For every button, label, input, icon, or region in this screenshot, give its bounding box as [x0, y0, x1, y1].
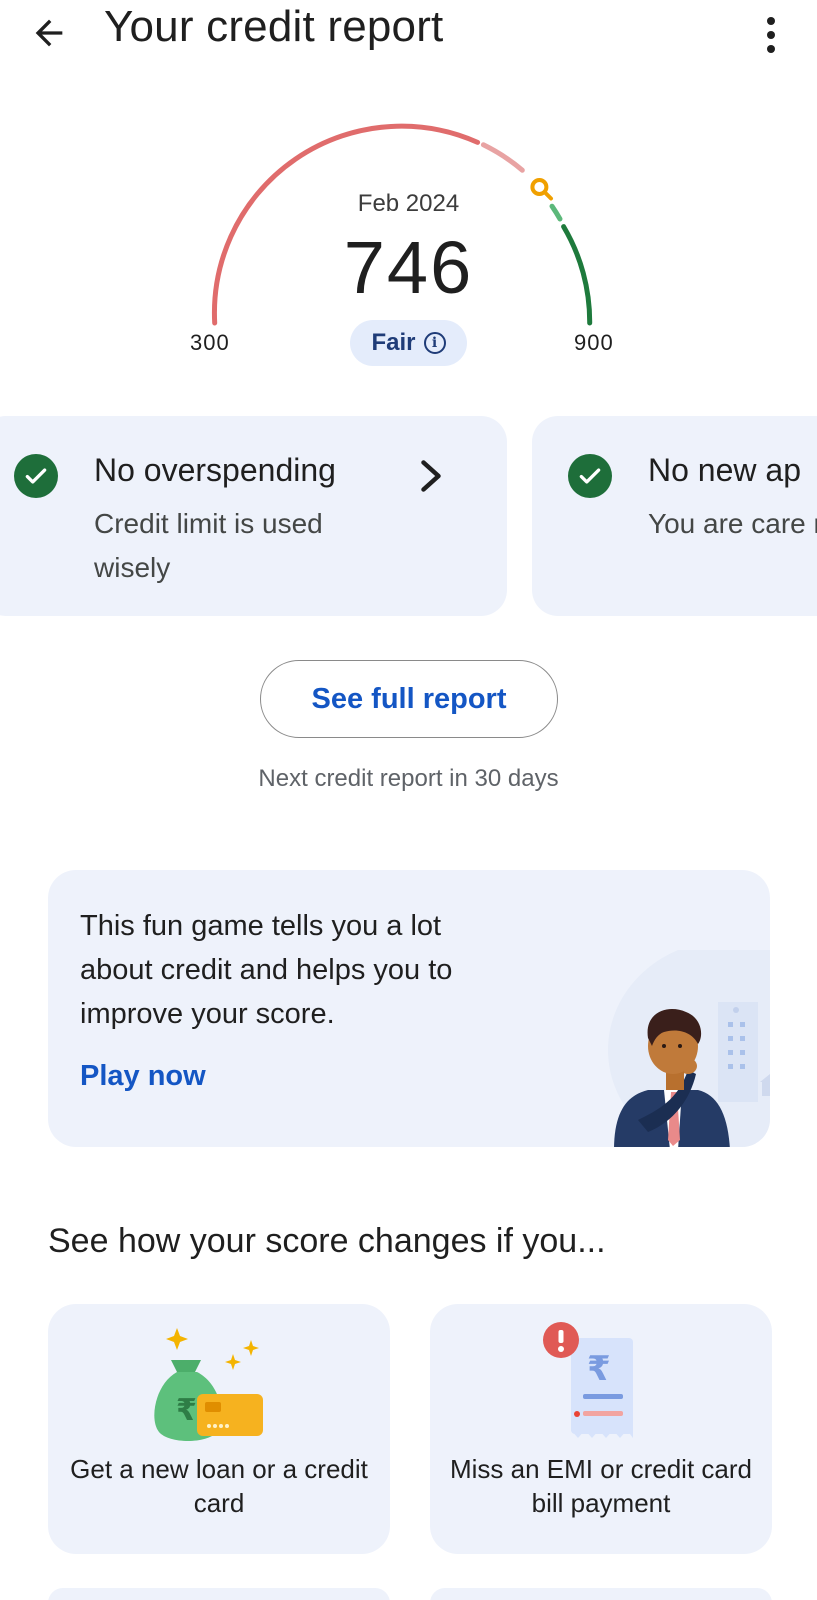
credit-game-card: This fun game tells you a lot about cred…: [48, 870, 770, 1147]
more-vert-icon[interactable]: [756, 12, 786, 58]
simulation-card-peek: [430, 1588, 772, 1600]
factor-card-new-applications[interactable]: No new ap You are care new credit...: [532, 416, 817, 616]
arrow-back-icon: [35, 19, 63, 47]
game-description: This fun game tells you a lot about cred…: [80, 910, 453, 1030]
back-button[interactable]: [26, 10, 72, 56]
section-title: See how your score changes if you...: [48, 1222, 606, 1260]
factor-title: No new ap: [648, 452, 801, 488]
info-icon: i: [423, 332, 446, 354]
score-date: Feb 2024: [357, 190, 460, 217]
factor-title: No overspending: [94, 452, 336, 488]
svg-text:₹: ₹: [587, 1349, 611, 1389]
gauge-max-label: 900: [574, 330, 614, 355]
simulation-label: Miss an EMI or credit card bill payment: [450, 1454, 752, 1518]
credit-score-value: 746: [343, 226, 474, 309]
credit-score-gauge: Feb 2024 746 300 900 Fair i: [0, 120, 817, 380]
score-rating-label: Fair: [371, 329, 416, 356]
missed-bill-alert-icon: ₹: [543, 1322, 633, 1438]
gauge-segment-fair: [480, 142, 525, 173]
app-bar: Your credit report: [0, 0, 817, 70]
factor-description: Credit limit is used wisely: [94, 508, 323, 583]
simulation-card-peek: [48, 1588, 390, 1600]
see-full-report-button[interactable]: See full report: [260, 660, 558, 738]
page-title: Your credit report: [104, 2, 444, 51]
check-circle-icon: [14, 454, 58, 498]
svg-text:₹: ₹: [176, 1393, 197, 1428]
simulation-label: Get a new loan or a credit card: [70, 1454, 368, 1518]
factor-card-overspending[interactable]: No overspending Credit limit is used wis…: [0, 416, 507, 616]
score-rating-chip[interactable]: Fair i: [350, 320, 467, 366]
play-now-link[interactable]: Play now: [80, 1060, 206, 1093]
simulation-card-missed-payment[interactable]: ₹ Miss an EMI or credit card bill paymen…: [430, 1304, 772, 1554]
factor-description: You are care new credit...: [648, 508, 817, 539]
thinking-person-illustration: [608, 950, 770, 1147]
money-bag-card-icon: ₹: [154, 1328, 263, 1441]
gauge-min-label: 300: [190, 330, 230, 355]
next-report-note: Next credit report in 30 days: [258, 765, 559, 792]
check-circle-icon: [568, 454, 612, 498]
simulation-card-new-loan[interactable]: ₹ Get a new loan or a credit card: [48, 1304, 390, 1554]
chevron-right-icon: [421, 460, 441, 492]
